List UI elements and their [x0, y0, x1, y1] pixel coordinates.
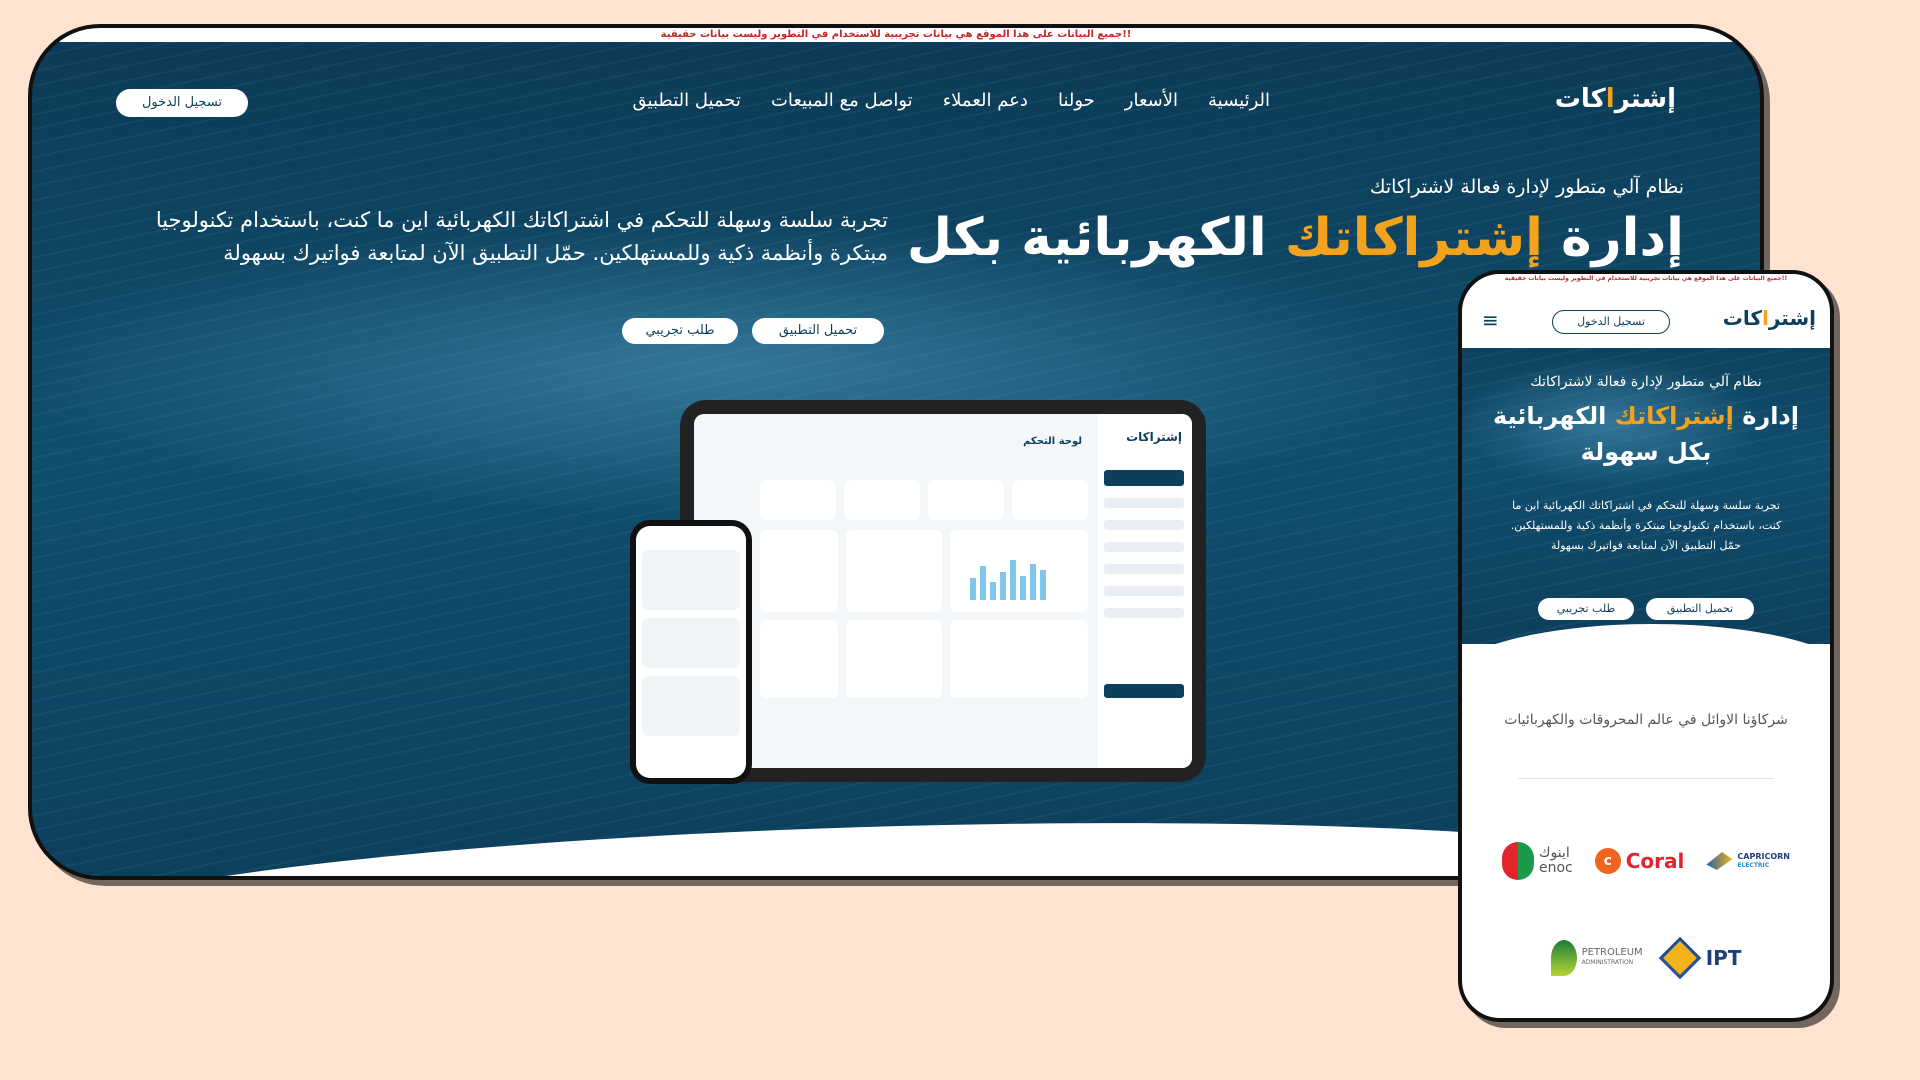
phone-card [642, 550, 740, 610]
phone-card [642, 676, 740, 736]
mobile-download-button[interactable]: تحميل التطبيق [1646, 598, 1754, 620]
bar-chart-card [760, 620, 838, 698]
tablet-mockup: إشتراكات لوحة التحكم [680, 400, 1206, 782]
mobile-hero-buttons: طلب تجريبي تحميل التطبيق [1462, 598, 1830, 620]
coral-name: Coral [1625, 849, 1685, 873]
enoc-arabic-name: اينوك [1539, 845, 1570, 861]
hero-title: إدارة إشتراكاتك الكهربائية بكل [907, 208, 1684, 268]
trial-request-button[interactable]: طلب تجريبي [622, 318, 738, 344]
area-chart-card [950, 620, 1088, 698]
chart-bar [1010, 560, 1016, 600]
chart-bar [1040, 570, 1046, 600]
mobile-mockup: جميع البيانات على هذا الموقع هي بيانات ت… [1458, 270, 1834, 1022]
demo-data-banner: جميع البيانات على هذا الموقع هي بيانات ت… [32, 28, 1760, 42]
mobile-login-button[interactable]: تسجيل الدخول [1552, 310, 1670, 334]
capricorn-logo-icon [1706, 852, 1733, 870]
nav-menu: الرئيسية الأسعار حولنا دعم العملاء تواصل… [633, 90, 1270, 111]
petroleum-subname: ADMINISTRATION [1581, 959, 1634, 966]
sidebar-item [1104, 564, 1184, 574]
partner-capricorn: CAPRICORN ELECTRIC [1706, 852, 1790, 870]
bar-chart-card [950, 530, 1088, 612]
stat-card [760, 480, 836, 520]
hero-title-accent: إشتراكاتك [1284, 208, 1543, 268]
sidebar-item [1104, 520, 1184, 530]
hero-subtitle: نظام آلي متطور لإدارة فعالة لاشتراكاتك [1369, 176, 1684, 198]
partner-coral: c Coral [1594, 848, 1685, 874]
mobile-title-accent: إشتراكاتك [1614, 402, 1734, 430]
hero-title-end: الكهربائية بكل [906, 208, 1285, 268]
dashboard-screenshot: إشتراكات لوحة التحكم [694, 414, 1192, 768]
nav-item-about[interactable]: حولنا [1058, 90, 1095, 111]
login-button[interactable]: تسجيل الدخول [116, 89, 248, 117]
nav-item-pricing[interactable]: الأسعار [1125, 90, 1178, 111]
logo-accent: ا [1605, 84, 1615, 114]
divider [1518, 778, 1774, 779]
sidebar-item [1104, 498, 1184, 508]
nav-item-support[interactable]: دعم العملاء [943, 90, 1028, 111]
mobile-trial-button[interactable]: طلب تجريبي [1538, 598, 1634, 620]
hero-title-start: إدارة [1542, 208, 1684, 268]
logo-text: إشتر [1768, 306, 1816, 330]
nav-item-download-app[interactable]: تحميل التطبيق [633, 90, 741, 111]
partner-logos-row: اينوك enoc c Coral CAPRICORN ELECTRIC [1462, 842, 1830, 880]
dashboard-title: لوحة التحكم [1023, 436, 1082, 447]
chart-bar [980, 566, 986, 600]
sidebar-item [1104, 586, 1184, 596]
logo-text: إشتر [1614, 84, 1676, 114]
enoc-logo-icon [1502, 842, 1534, 880]
partner-petroleum-administration: PETROLEUM ADMINISTRATION [1550, 940, 1643, 976]
mobile-hero-title: إدارة إشتراكاتك الكهربائية بكل سهولة [1482, 398, 1810, 470]
stat-card [928, 480, 1004, 520]
coral-logo-icon: c [1594, 848, 1621, 874]
chart-bar [990, 582, 996, 600]
partner-logos-row-2: PETROLEUM ADMINISTRATION IPT [1462, 936, 1830, 980]
download-app-button[interactable]: تحميل التطبيق [752, 318, 884, 344]
stat-card [844, 480, 920, 520]
partner-ipt: IPT [1658, 936, 1742, 980]
partners-title: شركاؤنا الاوائل في عالم المحروقات والكهر… [1504, 712, 1788, 728]
logo-text-end: كات [1722, 306, 1762, 330]
ipt-name: IPT [1705, 946, 1742, 970]
phone-mockup [630, 520, 752, 784]
mobile-title-start: إدارة [1733, 402, 1799, 430]
nav-item-home[interactable]: الرئيسية [1208, 90, 1270, 111]
chart-bar [970, 578, 976, 600]
logo-text-end: كات [1554, 84, 1606, 114]
petroleum-logo-icon [1550, 940, 1577, 976]
sidebar-item-active [1104, 470, 1184, 486]
enoc-english-name: enoc [1539, 860, 1573, 876]
chart-bar [1020, 576, 1026, 600]
sidebar-item [1104, 608, 1184, 618]
capricorn-subname: ELECTRIC [1737, 862, 1770, 869]
sidebar-action [1104, 684, 1184, 698]
stat-card [1012, 480, 1088, 520]
petroleum-name: PETROLEUM [1581, 947, 1643, 958]
chart-bar [1000, 572, 1006, 600]
mobile-hero-subtitle: نظام آلي متطور لإدارة فعالة لاشتراكاتك [1530, 374, 1762, 390]
mobile-hero-description: تجربة سلسة وسهلة للتحكم في اشتراكاتك الك… [1510, 499, 1782, 552]
phone-dashboard-screenshot [636, 526, 746, 778]
chart-bar [1030, 564, 1036, 600]
list-card [846, 530, 942, 612]
hamburger-menu-icon[interactable]: ≡ [1482, 308, 1499, 332]
donut-chart-card [846, 620, 942, 698]
mobile-demo-banner: جميع البيانات على هذا الموقع هي بيانات ت… [1462, 274, 1830, 284]
logo-accent: ا [1762, 306, 1769, 330]
hero-buttons: طلب تجريبي تحميل التطبيق [622, 318, 884, 344]
ipt-logo-icon [1658, 936, 1701, 980]
dashboard-logo: إشتراكات [1126, 430, 1182, 444]
mobile-brand-logo[interactable]: إشتراكات [1723, 306, 1816, 330]
hero-description: تجربة سلسة وسهلة للتحكم في اشتراكاتك الك… [155, 208, 888, 265]
nav-item-contact-sales[interactable]: تواصل مع المبيعات [771, 90, 913, 111]
sidebar-item [1104, 542, 1184, 552]
partner-enoc: اينوك enoc [1502, 842, 1573, 880]
dashboard-sidebar: إشتراكات [1098, 414, 1192, 768]
top-navigation: إشتراكات الرئيسية الأسعار حولنا دعم العم… [32, 84, 1760, 124]
mobile-header: إشتراكات تسجيل الدخول ≡ [1462, 284, 1830, 348]
phone-card [642, 618, 740, 668]
brand-logo[interactable]: إشتراكات [1555, 84, 1676, 114]
capricorn-name: CAPRICORN [1737, 852, 1790, 861]
area-chart-card [760, 530, 838, 612]
